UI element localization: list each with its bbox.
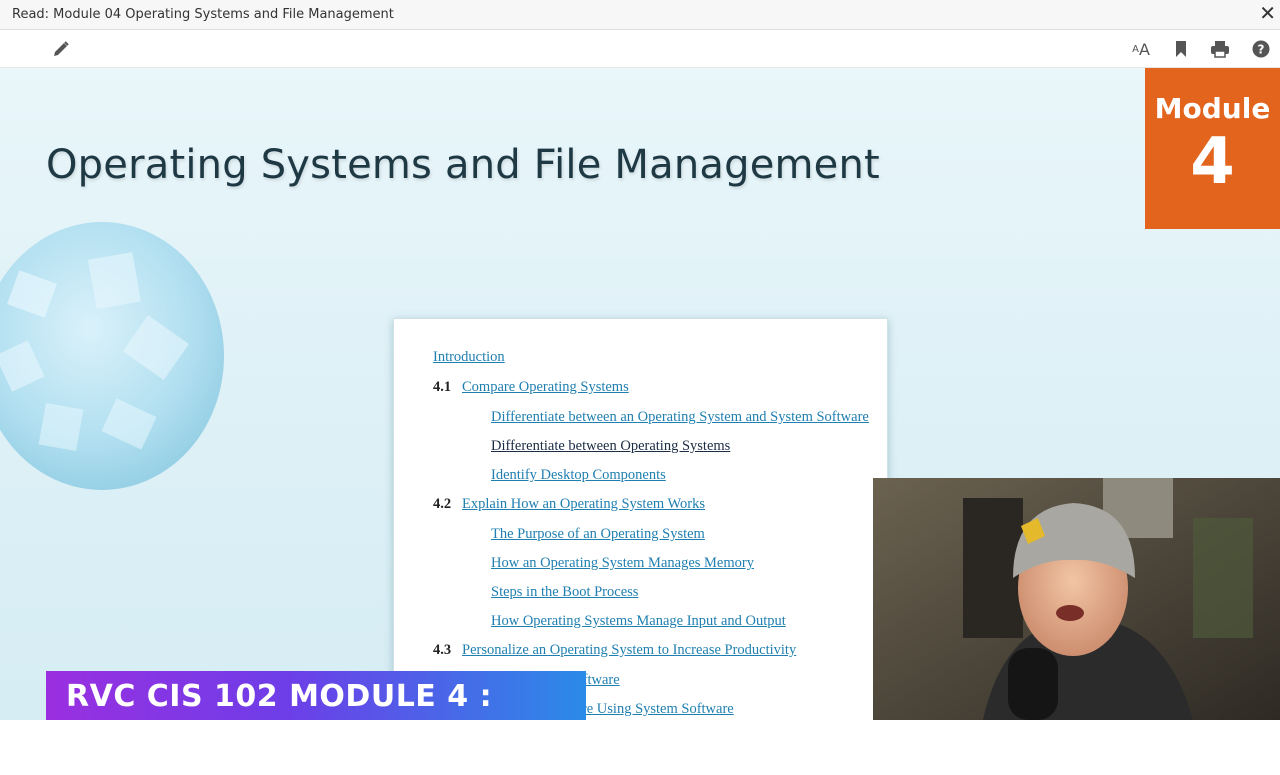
badge-number: 4 [1190,125,1235,199]
section-number: 4.2 [433,496,452,512]
bookmark-icon[interactable] [1170,38,1192,60]
toc-link-item[interactable]: Differentiate between an Operating Syste… [491,409,869,426]
presenter-image [873,478,1280,720]
toc-link-item[interactable]: Steps in the Boot Process [491,584,638,601]
toc-link-item[interactable]: Identify Desktop Components [491,467,666,484]
toc-link-item[interactable]: How an Operating System Manages Memory [491,555,754,572]
pencil-icon[interactable] [50,38,72,60]
toc-link-item[interactable]: The Purpose of an Operating System [491,526,705,543]
section-number: 4.1 [433,379,452,395]
svg-text:?: ? [1258,43,1265,57]
toc-link-section[interactable]: Compare Operating Systems [462,379,629,396]
video-title-banner: RVC CIS 102 MODULE 4 : INTRO [46,671,586,766]
help-icon[interactable]: ? [1250,38,1272,60]
section-number: 4.3 [433,642,452,658]
toc-link-section[interactable]: Personalize an Operating System to Incre… [462,642,796,659]
reader-toolbar: AA ? [0,30,1280,68]
table-of-contents: Introduction 4.1 Compare Operating Syste… [393,318,888,720]
toc-link-section[interactable]: Explain How an Operating System Works [462,496,705,513]
close-icon[interactable]: ✕ [1259,3,1276,23]
print-icon[interactable] [1209,38,1231,60]
webcam-video [873,478,1280,720]
window-titlebar: Read: Module 04 Operating Systems and Fi… [0,0,1280,30]
toc-link-introduction[interactable]: Introduction [433,349,505,366]
decorative-orb [0,222,224,490]
module-badge: Module 4 [1145,68,1280,229]
window-title: Read: Module 04 Operating Systems and Fi… [12,7,394,22]
page-title: Operating Systems and File Management [46,142,880,188]
toc-link-item[interactable]: Differentiate between Operating Systems [491,438,730,455]
toc-link-item[interactable]: How Operating Systems Manage Input and O… [491,613,786,630]
text-size-icon[interactable]: AA [1128,38,1154,60]
toc-link-item[interactable]: ware Using System Software [565,701,734,718]
badge-word: Module [1154,92,1271,125]
